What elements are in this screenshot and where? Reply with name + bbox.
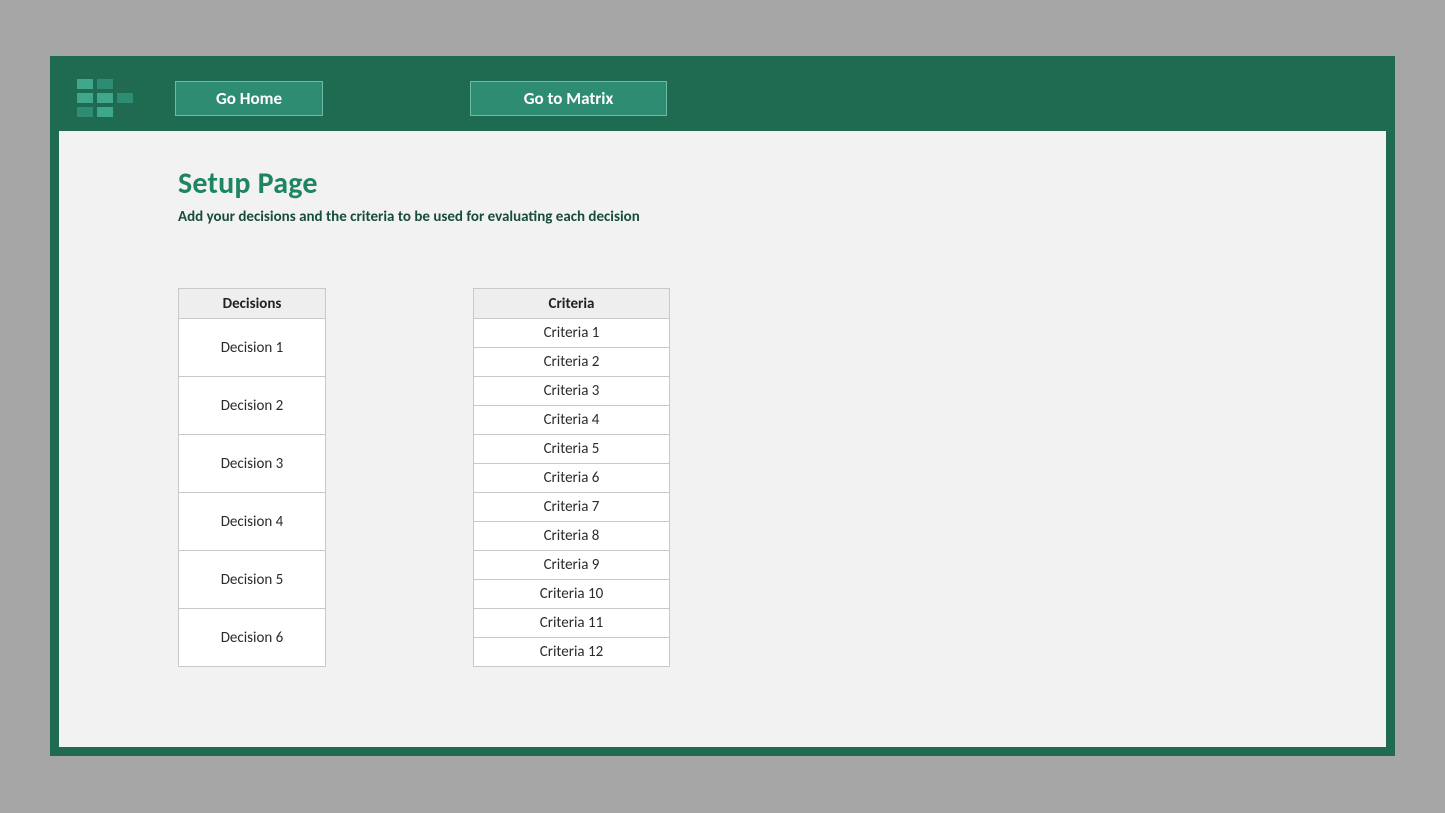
criteria-cell[interactable]: Criteria 3 [474,377,670,406]
topbar: Go Home Go to Matrix [59,65,1386,131]
decisions-cell[interactable]: Decision 6 [179,609,326,667]
criteria-cell[interactable]: Criteria 4 [474,406,670,435]
criteria-table: Criteria Criteria 1Criteria 2Criteria 3C… [473,288,670,667]
page-subtitle: Add your decisions and the criteria to b… [178,208,1386,226]
decisions-cell[interactable]: Decision 3 [179,435,326,493]
criteria-cell[interactable]: Criteria 10 [474,580,670,609]
criteria-cell[interactable]: Criteria 11 [474,609,670,638]
decisions-cell[interactable]: Decision 5 [179,551,326,609]
criteria-cell[interactable]: Criteria 9 [474,551,670,580]
page-title: Setup Page [178,165,1386,202]
go-home-button[interactable]: Go Home [175,81,323,116]
tables-row: Decisions Decision 1Decision 2Decision 3… [178,288,1386,667]
criteria-cell[interactable]: Criteria 6 [474,464,670,493]
criteria-cell[interactable]: Criteria 1 [474,319,670,348]
criteria-cell[interactable]: Criteria 5 [474,435,670,464]
criteria-cell[interactable]: Criteria 7 [474,493,670,522]
criteria-cell[interactable]: Criteria 2 [474,348,670,377]
go-to-matrix-button[interactable]: Go to Matrix [470,81,667,116]
criteria-cell[interactable]: Criteria 8 [474,522,670,551]
app-card: Go Home Go to Matrix Setup Page Add your… [50,56,1395,756]
decisions-cell[interactable]: Decision 4 [179,493,326,551]
content-area: Setup Page Add your decisions and the cr… [59,131,1386,667]
decisions-cell[interactable]: Decision 2 [179,377,326,435]
decisions-header: Decisions [179,289,326,319]
decisions-table: Decisions Decision 1Decision 2Decision 3… [178,288,326,667]
logo-icon [77,79,133,117]
decisions-cell[interactable]: Decision 1 [179,319,326,377]
criteria-cell[interactable]: Criteria 12 [474,638,670,667]
criteria-header: Criteria [474,289,670,319]
